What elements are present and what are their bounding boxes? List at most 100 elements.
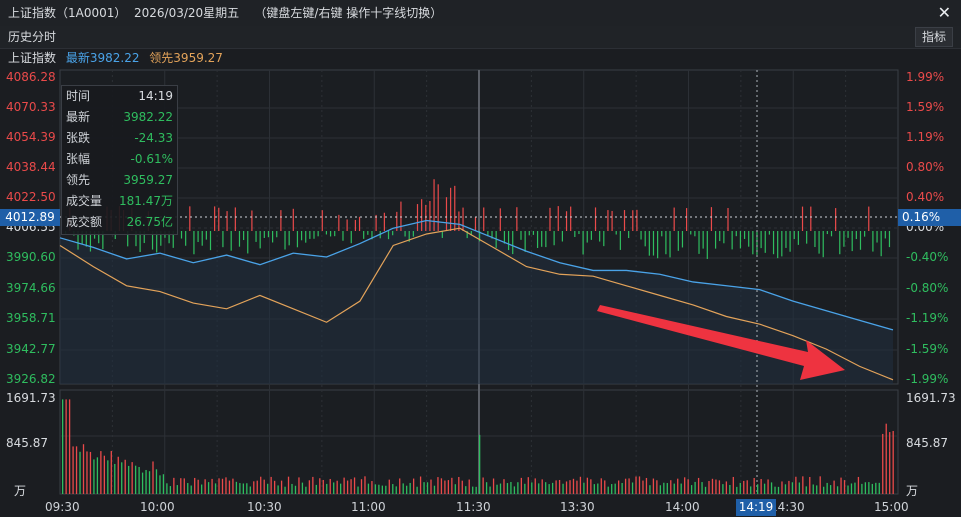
tooltip-value: -0.61% (130, 152, 173, 166)
time-tick: 10:00 (140, 500, 175, 514)
diff-bar (681, 231, 684, 248)
diff-bar (222, 231, 224, 248)
diff-bar (822, 231, 824, 258)
price-tick-left: 4022.50 (6, 190, 56, 204)
diff-bar (661, 231, 663, 237)
diff-bar (549, 207, 551, 231)
tooltip-key: 领先 (66, 173, 91, 187)
volume-bar (736, 486, 738, 494)
tooltip-value: 3982.22 (123, 110, 173, 124)
diff-bar (876, 231, 878, 243)
volume-bar (395, 486, 397, 494)
diff-bar (346, 219, 348, 231)
diff-bar (603, 231, 605, 247)
diff-bar (528, 231, 530, 236)
volume-bar (225, 477, 227, 494)
volume-bar (374, 484, 377, 494)
volume-bar (882, 433, 884, 494)
volume-bar (722, 484, 724, 494)
diff-bar (185, 231, 187, 246)
time-axis: 09:30 10:00 10:30 11:00 11:30 13:30 14:00 14:30… (0, 497, 961, 517)
diff-bar (276, 231, 278, 238)
diff-bar (412, 231, 414, 237)
volume-bar (885, 423, 887, 494)
diff-bar (363, 231, 365, 239)
diff-bar (313, 231, 315, 239)
volume-bar (517, 482, 519, 494)
volume-bar (746, 480, 748, 494)
volume-bar (89, 451, 92, 494)
volume-bar (267, 483, 269, 494)
diff-bar (354, 219, 356, 231)
volume-bar (781, 481, 783, 494)
volume-bar (100, 451, 102, 494)
diff-bar (640, 231, 642, 240)
volume-bar (357, 486, 359, 494)
diff-bar (325, 231, 328, 235)
diff-bar (760, 231, 762, 249)
tooltip-row: 张跌 -24.33 (62, 128, 177, 149)
volume-bar (423, 482, 425, 494)
volume-bar (437, 477, 439, 494)
diff-bar (445, 197, 448, 231)
diff-bar (524, 231, 526, 252)
volume-bar (465, 486, 467, 494)
volume-bar (760, 479, 762, 494)
volume-bar (141, 472, 144, 494)
volume-bar (183, 478, 185, 494)
volume-bar (492, 478, 495, 494)
diff-bar (884, 231, 886, 239)
diff-bar (851, 231, 853, 252)
volume-bar (836, 486, 839, 494)
diff-bar (292, 208, 294, 231)
intraday-chart[interactable] (0, 0, 961, 517)
diff-bar (777, 231, 779, 259)
diff-bar (843, 231, 845, 247)
diff-bar (565, 211, 568, 231)
volume-bar (176, 485, 178, 494)
volume-bar (788, 480, 790, 494)
volume-bar (392, 484, 394, 494)
tooltip-value: 14:19 (138, 89, 173, 103)
volume-bar (579, 476, 582, 494)
diff-bar (574, 231, 576, 237)
volume-bar (353, 477, 356, 494)
diff-bar (619, 231, 621, 250)
diff-bar (752, 231, 754, 255)
cursor-time-badge: 14:19 (736, 499, 776, 516)
diff-bar (694, 231, 696, 237)
diff-bar (810, 206, 812, 231)
volume-bar (631, 482, 634, 494)
volume-bar (572, 478, 575, 494)
diff-bar (284, 231, 286, 250)
volume-bar (482, 477, 484, 494)
volume-bar (107, 460, 109, 494)
diff-bar (735, 231, 737, 237)
diff-bar (516, 207, 518, 231)
volume-bar (784, 484, 787, 494)
volume-bar (228, 480, 231, 494)
volume-bar (263, 479, 265, 494)
volume-bar (757, 484, 759, 494)
diff-bar (789, 231, 791, 252)
volume-bar (451, 477, 453, 494)
volume-bar (350, 479, 352, 494)
volume-bar (239, 483, 241, 494)
volume-bar (652, 478, 655, 494)
volume-bar (739, 482, 741, 494)
diff-bar (570, 206, 572, 231)
diff-bar (305, 231, 307, 243)
diff-bar (582, 231, 584, 255)
volume-bar (531, 482, 533, 494)
diff-bar (590, 231, 592, 240)
diff-bar (835, 208, 837, 231)
volume-bar (433, 485, 436, 494)
volume-bar (729, 484, 731, 494)
diff-bar (342, 231, 344, 241)
diff-bar (739, 231, 742, 249)
tooltip-row: 成交量 181.47万 (62, 191, 177, 212)
volume-bar (388, 479, 390, 494)
tooltip-key: 最新 (66, 110, 91, 124)
volume-bar (412, 478, 415, 494)
time-tick: 14:00 (665, 500, 700, 514)
